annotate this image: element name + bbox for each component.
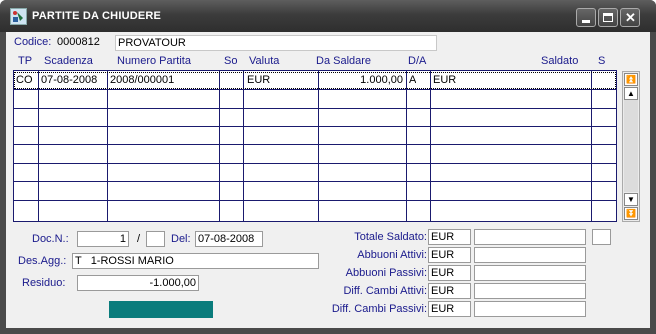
- cell-tp: CO: [16, 74, 33, 86]
- doc-suffix-field[interactable]: [146, 231, 165, 247]
- abbuoni-attivi-label: Abbuoni Attivi:: [357, 249, 427, 261]
- double-up-arrow-icon: ⏫: [626, 75, 636, 84]
- col-header-numero-partita: Numero Partita: [117, 55, 191, 67]
- col-header-da: D/A: [408, 55, 427, 67]
- col-header-scadenza: Scadenza: [44, 55, 93, 67]
- abbuoni-passivi-value[interactable]: [474, 265, 586, 281]
- form-panel: Codice: 0000812 PROVATOUR TP Scadenza Nu…: [6, 32, 650, 328]
- grid-line: [38, 71, 39, 221]
- abbuoni-attivi-currency[interactable]: EUR: [428, 247, 471, 263]
- grid-line: [107, 71, 108, 221]
- grid-line: [591, 71, 592, 221]
- abbuoni-attivi-value[interactable]: [474, 247, 586, 263]
- up-arrow-icon: ▲: [627, 89, 635, 98]
- scroll-up-button[interactable]: ▲: [624, 87, 638, 100]
- cell-da-saldare: 1.000,00: [360, 74, 403, 86]
- double-down-arrow-icon: ⏬: [626, 209, 636, 218]
- scroll-top-button[interactable]: ⏫: [624, 73, 638, 86]
- scroll-down-button[interactable]: ▼: [624, 193, 638, 206]
- diff-cambi-passivi-value[interactable]: [474, 301, 586, 317]
- grid-line: [14, 126, 616, 127]
- doc-number-separator: /: [137, 233, 141, 245]
- del-label: Del:: [171, 233, 191, 245]
- grid-line: [14, 181, 616, 182]
- close-icon: ✕: [625, 10, 636, 25]
- window-title: PARTITE DA CHIUDERE: [32, 10, 162, 22]
- grid-line: [14, 144, 616, 145]
- totale-saldato-label: Totale Saldato:: [354, 231, 427, 243]
- diff-cambi-attivi-value[interactable]: [474, 283, 586, 299]
- table-row[interactable]: [14, 72, 616, 89]
- confirm-button[interactable]: [109, 301, 213, 318]
- grid-line: [243, 71, 244, 221]
- abbuoni-passivi-label: Abbuoni Passivi:: [345, 267, 427, 279]
- residuo-label: Residuo:: [22, 277, 66, 289]
- doc-number-field[interactable]: 1: [77, 231, 129, 247]
- abbuoni-passivi-currency[interactable]: EUR: [428, 265, 471, 281]
- app-icon[interactable]: [10, 8, 27, 25]
- partite-grid[interactable]: CO 07-08-2008 2008/000001 EUR 1.000,00 A…: [13, 70, 617, 222]
- grid-line: [219, 71, 220, 221]
- minimize-icon: [582, 20, 590, 23]
- window: PARTITE DA CHIUDERE ✕ Codice: 0000812 PR…: [0, 0, 656, 334]
- codice-code: 0000812: [57, 36, 100, 48]
- codice-label: Codice:: [14, 36, 52, 48]
- residuo-field[interactable]: -1.000,00: [77, 275, 199, 291]
- col-header-tp: TP: [18, 55, 33, 67]
- date-field[interactable]: 07-08-2008: [195, 231, 263, 247]
- diff-cambi-passivi-currency[interactable]: EUR: [428, 301, 471, 317]
- cell-scadenza: 07-08-2008: [41, 74, 98, 86]
- col-header-valuta: Valuta: [249, 55, 280, 67]
- diff-cambi-attivi-label: Diff. Cambi Attivi:: [343, 285, 427, 297]
- cell-da: A: [409, 74, 417, 86]
- col-header-so: So: [224, 55, 238, 67]
- diff-cambi-attivi-currency[interactable]: EUR: [428, 283, 471, 299]
- maximize-icon: [603, 13, 613, 22]
- grid-line: [14, 89, 616, 90]
- cell-numero-partita: 2008/000001: [110, 74, 175, 86]
- down-arrow-icon: ▼: [627, 195, 635, 204]
- grid-line: [14, 163, 616, 164]
- grid-line: [430, 71, 431, 221]
- title-bar[interactable]: PARTITE DA CHIUDERE ✕: [0, 0, 656, 32]
- cell-saldato-valuta: EUR: [433, 74, 457, 86]
- grid-line: [14, 108, 616, 109]
- totale-saldato-flag[interactable]: [592, 229, 611, 245]
- close-button[interactable]: ✕: [620, 8, 640, 27]
- col-header-da-saldare: Da Saldare: [316, 55, 372, 67]
- diff-cambi-passivi-label: Diff. Cambi Passivi:: [331, 303, 427, 315]
- grid-line: [318, 71, 319, 221]
- codice-name-field[interactable]: PROVATOUR: [115, 35, 437, 51]
- scroll-bottom-button[interactable]: ⏬: [624, 207, 638, 220]
- grid-line: [14, 200, 616, 201]
- grid-line: [406, 71, 407, 221]
- scroll-track[interactable]: [624, 100, 638, 192]
- des-agg-field[interactable]: T 1-ROSSI MARIO: [72, 253, 319, 269]
- maximize-button[interactable]: [598, 8, 618, 27]
- col-header-saldato: Saldato: [541, 55, 579, 67]
- col-header-s: S: [598, 55, 606, 67]
- grid-scrollbar[interactable]: ⏫ ▲ ▼ ⏬: [622, 71, 640, 222]
- des-agg-label: Des.Agg.:: [18, 255, 67, 267]
- cell-valuta: EUR: [247, 74, 271, 86]
- doc-number-label: Doc.N.:: [32, 233, 69, 245]
- totale-saldato-currency[interactable]: EUR: [428, 229, 471, 245]
- totale-saldato-value[interactable]: [474, 229, 586, 245]
- minimize-button[interactable]: [576, 8, 596, 27]
